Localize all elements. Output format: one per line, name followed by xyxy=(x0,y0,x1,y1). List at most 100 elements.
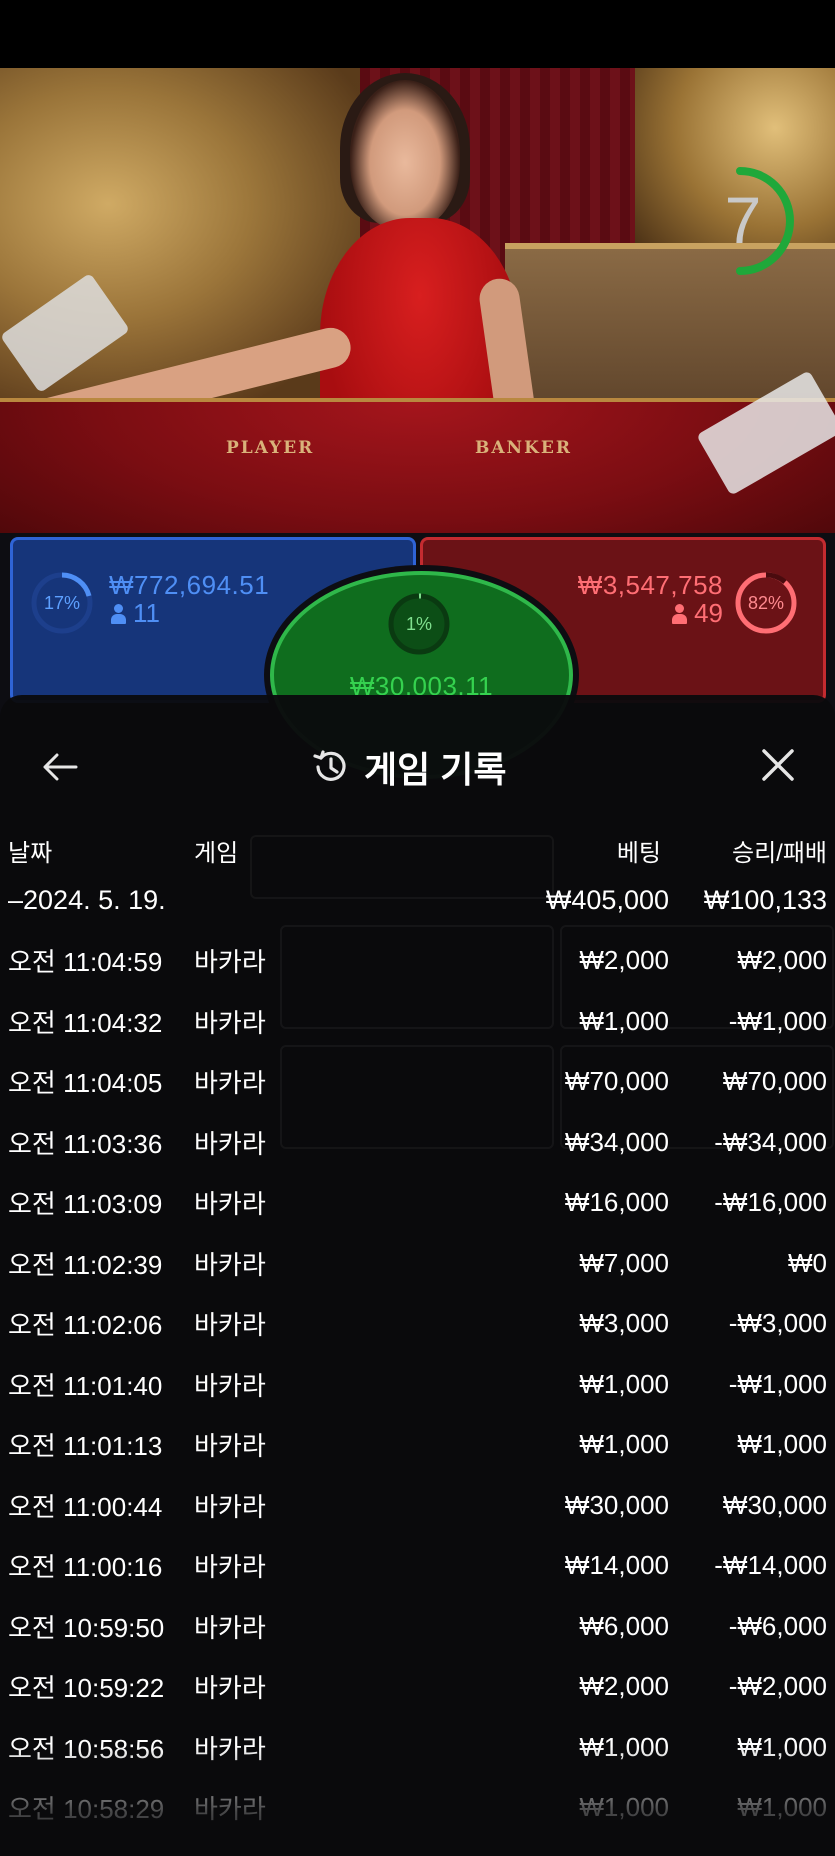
row-win-loss: -₩6,000 xyxy=(728,1610,827,1641)
row-win-loss: -₩2,000 xyxy=(728,1671,827,1702)
table-row[interactable]: 오전 11:02:39 바카라 ₩7,000 ₩0 xyxy=(0,1233,835,1294)
banker-percent: 82% xyxy=(747,592,785,613)
close-button[interactable] xyxy=(756,743,800,787)
row-game: 바카라 xyxy=(194,947,266,978)
countdown-timer: 7 xyxy=(695,166,805,276)
row-game: 바카라 xyxy=(194,1189,266,1220)
row-game: 바카라 xyxy=(194,1007,266,1038)
banker-count: 49 xyxy=(672,598,723,629)
row-win-loss: -₩34,000 xyxy=(714,1126,827,1157)
row-time: 오전 11:04:05 xyxy=(8,1068,163,1099)
table-row[interactable]: 오전 11:04:32 바카라 ₩1,000 -₩1,000 xyxy=(0,991,835,1052)
row-bet: ₩30,000 xyxy=(564,1489,669,1520)
row-game: 바카라 xyxy=(194,1249,266,1280)
row-game: 바카라 xyxy=(194,1310,266,1341)
live-video-stream: PLAYER BANKER 7 xyxy=(0,68,835,533)
row-time: 오전 11:03:36 xyxy=(8,1128,163,1159)
banker-percent-ring: 82% xyxy=(733,570,799,636)
felt-label-banker: BANKER xyxy=(475,438,572,458)
arrow-left-icon xyxy=(43,753,78,781)
row-time: 오전 11:00:44 xyxy=(8,1491,163,1522)
row-win-loss: ₩2,000 xyxy=(737,945,827,976)
row-game: 바카라 xyxy=(194,1370,266,1401)
tie-percent: 1% xyxy=(405,613,432,634)
row-game: 바카라 xyxy=(194,1068,266,1099)
row-game: 바카라 xyxy=(194,1673,266,1704)
row-bet: ₩6,000 xyxy=(579,1610,669,1641)
row-game: 바카라 xyxy=(194,1552,266,1583)
column-header-date: 날짜 xyxy=(8,839,53,867)
history-table: –2024. 5. 19. ₩405,000 ₩100,133 오전 11:04… xyxy=(0,870,835,1838)
row-win-loss: -₩1,000 xyxy=(728,1368,827,1399)
bottom-fade xyxy=(0,1746,835,1856)
row-time: 오전 11:02:39 xyxy=(8,1249,163,1280)
row-bet: ₩3,000 xyxy=(579,1308,669,1339)
row-bet: ₩1,000 xyxy=(579,1368,669,1399)
row-bet: ₩2,000 xyxy=(579,945,669,976)
summary-win-loss: ₩100,133 xyxy=(703,884,827,915)
row-bet: ₩34,000 xyxy=(564,1126,669,1157)
back-button[interactable] xyxy=(38,745,82,789)
row-time: 오전 11:04:32 xyxy=(8,1007,163,1038)
row-bet: ₩14,000 xyxy=(564,1550,669,1581)
player-count-value: 11 xyxy=(133,598,160,628)
sheet-title: 게임 기록 xyxy=(364,749,507,790)
status-bar xyxy=(0,0,835,68)
column-header-game: 게임 xyxy=(194,839,239,867)
table-row[interactable]: 오전 10:59:50 바카라 ₩6,000 -₩6,000 xyxy=(0,1596,835,1657)
row-win-loss: ₩0 xyxy=(788,1247,827,1278)
table-row[interactable]: 오전 11:01:13 바카라 ₩1,000 ₩1,000 xyxy=(0,1415,835,1476)
row-win-loss: ₩70,000 xyxy=(722,1066,827,1097)
row-time: 오전 11:01:13 xyxy=(8,1431,163,1462)
row-bet: ₩1,000 xyxy=(579,1005,669,1036)
column-header-bet: 베팅 xyxy=(616,839,661,867)
close-icon xyxy=(762,749,794,781)
row-bet: ₩70,000 xyxy=(564,1066,669,1097)
felt-label-player: PLAYER xyxy=(226,438,315,458)
row-time: 오전 11:00:16 xyxy=(8,1552,163,1583)
game-history-sheet: 게임 기록 날짜 게임 베팅 승리/패배 –2024. 5. 19. ₩405,… xyxy=(0,695,835,1856)
history-rows: 오전 11:04:59 바카라 ₩2,000 ₩2,000 오전 11:04:32 바카라… xyxy=(0,931,835,1839)
table-row[interactable]: 오전 11:04:59 바카라 ₩2,000 ₩2,000 xyxy=(0,931,835,992)
person-icon xyxy=(111,603,126,624)
sheet-title-group: 게임 기록 xyxy=(310,737,506,797)
row-game: 바카라 xyxy=(194,1491,266,1522)
countdown-value: 7 xyxy=(724,183,762,257)
column-header-win-loss: 승리/패배 xyxy=(732,839,827,867)
row-win-loss: -₩14,000 xyxy=(714,1550,827,1581)
row-game: 바카라 xyxy=(194,1128,266,1159)
dealer-face xyxy=(350,80,460,230)
row-bet: ₩1,000 xyxy=(579,1429,669,1460)
row-game: 바카라 xyxy=(194,1431,266,1462)
tie-percent-ring: 1% xyxy=(386,591,452,657)
sheet-header: 게임 기록 xyxy=(0,695,835,825)
table-row[interactable]: 오전 10:59:22 바카라 ₩2,000 -₩2,000 xyxy=(0,1657,835,1718)
player-total-bet: ₩772,694.51 xyxy=(109,570,270,600)
table-row[interactable]: 오전 11:00:44 바카라 ₩30,000 ₩30,000 xyxy=(0,1475,835,1536)
row-time: 오전 10:59:50 xyxy=(8,1612,165,1643)
baccarat-table-felt xyxy=(0,398,835,533)
summary-date: –2024. 5. 19. xyxy=(8,884,166,915)
summary-bet: ₩405,000 xyxy=(545,884,669,915)
table-row[interactable]: 오전 11:02:06 바카라 ₩3,000 -₩3,000 xyxy=(0,1294,835,1355)
table-row[interactable]: 오전 11:03:09 바카라 ₩16,000 -₩16,000 xyxy=(0,1173,835,1234)
player-count: 11 xyxy=(111,598,160,629)
table-row[interactable]: 오전 11:00:16 바카라 ₩14,000 -₩14,000 xyxy=(0,1536,835,1597)
player-percent: 17% xyxy=(43,592,81,613)
table-row[interactable]: 오전 11:04:05 바카라 ₩70,000 ₩70,000 xyxy=(0,1052,835,1113)
player-percent-ring: 17% xyxy=(29,570,95,636)
row-time: 오전 11:03:09 xyxy=(8,1189,163,1220)
row-win-loss: -₩3,000 xyxy=(728,1308,827,1339)
row-win-loss: -₩1,000 xyxy=(728,1005,827,1036)
table-row[interactable]: 오전 11:03:36 바카라 ₩34,000 -₩34,000 xyxy=(0,1112,835,1173)
row-bet: ₩7,000 xyxy=(579,1247,669,1278)
banker-total-bet: ₩3,547,758 xyxy=(577,570,723,600)
table-row[interactable]: 오전 11:01:40 바카라 ₩1,000 -₩1,000 xyxy=(0,1354,835,1415)
row-win-loss: -₩16,000 xyxy=(714,1187,827,1218)
row-bet: ₩2,000 xyxy=(579,1671,669,1702)
date-summary-row[interactable]: –2024. 5. 19. ₩405,000 ₩100,133 xyxy=(0,870,835,931)
row-bet: ₩16,000 xyxy=(564,1187,669,1218)
row-time: 오전 10:59:22 xyxy=(8,1673,165,1704)
row-win-loss: ₩1,000 xyxy=(737,1429,827,1460)
row-time: 오전 11:02:06 xyxy=(8,1310,163,1341)
